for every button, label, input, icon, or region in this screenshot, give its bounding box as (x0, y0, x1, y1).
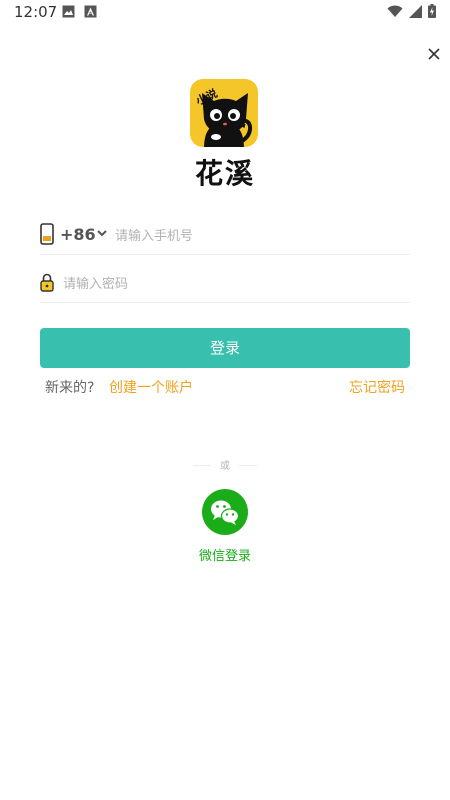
forgot-password-link[interactable]: 忘记密码 (349, 377, 405, 397)
status-system-icons (387, 4, 436, 18)
country-code[interactable]: +86 (60, 225, 96, 244)
status-bar: 12:07 (0, 0, 450, 24)
gallery-notification-icon (62, 5, 75, 18)
password-input[interactable] (63, 273, 403, 295)
font-notification-icon (84, 5, 97, 18)
wechat-icon (211, 500, 240, 525)
new-user-prompt: 新来的? (45, 380, 95, 396)
wechat-login-label[interactable]: 微信登录 (0, 545, 450, 564)
signal-icon (409, 4, 422, 18)
lock-icon (40, 273, 54, 292)
app-logo: 小说 (190, 79, 258, 147)
password-field-row (40, 263, 410, 303)
close-icon (428, 48, 440, 60)
create-account-link[interactable]: 创建一个账户 (109, 377, 193, 397)
chevron-down-icon[interactable] (96, 227, 108, 239)
status-time: 12:07 (14, 3, 58, 21)
divider-text: 或 (220, 461, 230, 472)
close-button[interactable] (422, 42, 446, 66)
status-notification-icons (62, 5, 97, 18)
wechat-login-button[interactable] (202, 489, 248, 535)
app-name: 花溪 (194, 157, 255, 190)
divider-right (239, 465, 257, 466)
wifi-icon (387, 5, 403, 17)
phone-field-row: +86 (40, 215, 410, 255)
phone-input[interactable] (115, 225, 405, 247)
login-button[interactable]: 登录 (40, 328, 410, 368)
battery-icon (428, 4, 436, 18)
phone-icon (40, 223, 54, 245)
